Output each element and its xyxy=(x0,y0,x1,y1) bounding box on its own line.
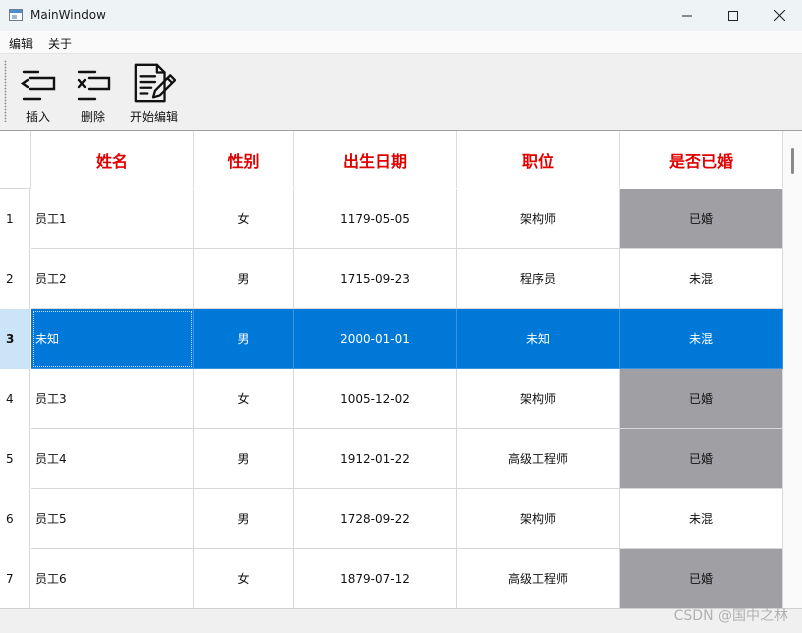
gender-cell[interactable]: 男 xyxy=(194,309,294,369)
column-header-gender[interactable]: 性别 xyxy=(194,131,294,188)
maximize-button[interactable] xyxy=(710,0,756,31)
married-cell[interactable]: 未混 xyxy=(620,309,783,369)
row-header[interactable]: 2 xyxy=(0,249,30,309)
name-cell[interactable]: 员工1 xyxy=(31,189,194,249)
title-bar: MainWindow xyxy=(0,0,802,32)
table-corner-button[interactable] xyxy=(0,131,31,189)
position-cell[interactable]: 高级工程师 xyxy=(457,549,620,609)
gender-cell[interactable]: 男 xyxy=(194,429,294,489)
name-cell[interactable]: 员工4 xyxy=(31,429,194,489)
gender-cell[interactable]: 女 xyxy=(194,369,294,429)
start-edit-label: 开始编辑 xyxy=(130,110,179,124)
name-cell[interactable]: 员工5 xyxy=(31,489,194,549)
position-cell[interactable]: 程序员 xyxy=(457,249,620,309)
menu-edit[interactable]: 编辑 xyxy=(9,35,33,52)
column-header-name[interactable]: 姓名 xyxy=(31,131,194,188)
insert-icon xyxy=(20,70,56,101)
name-cell[interactable]: 未知 xyxy=(31,309,194,369)
window-title: MainWindow xyxy=(30,8,106,22)
married-cell[interactable]: 已婚 xyxy=(620,549,783,609)
position-cell[interactable]: 架构师 xyxy=(457,489,620,549)
row-header[interactable]: 7 xyxy=(0,549,30,609)
birthdate-cell[interactable]: 1728-09-22 xyxy=(294,489,457,549)
married-cell[interactable]: 已婚 xyxy=(620,189,783,249)
married-cell[interactable]: 未混 xyxy=(620,249,783,309)
position-cell[interactable]: 高级工程师 xyxy=(457,429,620,489)
name-cell[interactable]: 员工2 xyxy=(31,249,194,309)
position-cell[interactable]: 架构师 xyxy=(457,369,620,429)
toolbar-grip[interactable] xyxy=(4,60,7,122)
gender-cell[interactable]: 女 xyxy=(194,189,294,249)
row-header[interactable]: 6 xyxy=(0,489,30,549)
minimize-icon xyxy=(682,15,692,16)
name-cell[interactable]: 员工6 xyxy=(31,549,194,609)
row-header[interactable]: 5 xyxy=(0,429,30,489)
delete-label: 删除 xyxy=(80,110,105,124)
gender-cell[interactable]: 男 xyxy=(194,489,294,549)
delete-icon xyxy=(77,70,111,101)
name-cell[interactable]: 员工3 xyxy=(31,369,194,429)
minimize-button[interactable] xyxy=(664,0,710,31)
birthdate-cell[interactable]: 1005-12-02 xyxy=(294,369,457,429)
birthdate-cell[interactable]: 1179-05-05 xyxy=(294,189,457,249)
start-edit-button[interactable]: 开始编辑 xyxy=(130,60,178,125)
employee-table: 姓名 性别 出生日期 职位 是否已婚 1 员工1 女 1179-05-05 架构师 已婚 2… xyxy=(0,130,802,609)
vertical-scrollbar[interactable] xyxy=(783,131,802,609)
menu-about[interactable]: 关于 xyxy=(48,35,72,52)
birthdate-cell[interactable]: 1879-07-12 xyxy=(294,549,457,609)
birthdate-cell[interactable]: 2000-01-01 xyxy=(294,309,457,369)
married-cell[interactable]: 未混 xyxy=(620,489,783,549)
app-icon xyxy=(9,9,23,21)
close-button[interactable] xyxy=(756,0,802,31)
scrollbar-thumb[interactable] xyxy=(791,148,794,174)
birthdate-cell[interactable]: 1715-09-23 xyxy=(294,249,457,309)
married-cell[interactable]: 已婚 xyxy=(620,369,783,429)
toolbar: 插入 删除 开始编辑 xyxy=(0,54,802,129)
delete-button[interactable]: 删除 xyxy=(71,60,115,125)
birthdate-cell[interactable]: 1912-01-22 xyxy=(294,429,457,489)
insert-label: 插入 xyxy=(25,110,50,124)
insert-button[interactable]: 插入 xyxy=(16,60,60,125)
column-header-birthdate[interactable]: 出生日期 xyxy=(294,131,457,188)
row-header[interactable]: 1 xyxy=(0,189,30,249)
married-cell[interactable]: 已婚 xyxy=(620,429,783,489)
position-cell[interactable]: 未知 xyxy=(457,309,620,369)
menu-bar: 编辑 关于 xyxy=(0,31,802,54)
maximize-icon xyxy=(728,10,738,21)
column-header-married[interactable]: 是否已婚 xyxy=(620,131,783,188)
position-cell[interactable]: 架构师 xyxy=(457,189,620,249)
watermark-text: CSDN @国中之林 xyxy=(673,608,788,624)
row-header[interactable]: 4 xyxy=(0,369,30,429)
gender-cell[interactable]: 女 xyxy=(194,549,294,609)
edit-document-icon xyxy=(134,63,176,103)
column-header-position[interactable]: 职位 xyxy=(457,131,620,188)
close-icon xyxy=(773,10,785,21)
row-header[interactable]: 3 xyxy=(0,309,30,369)
gender-cell[interactable]: 男 xyxy=(194,249,294,309)
